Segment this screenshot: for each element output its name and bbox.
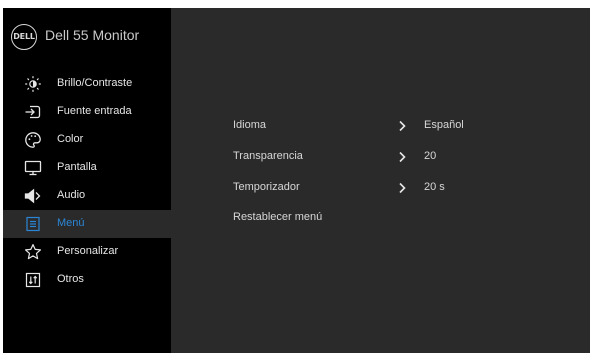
chevron-right-icon bbox=[397, 151, 407, 163]
chevron-right-icon bbox=[397, 120, 407, 132]
setting-label: Restablecer menú bbox=[233, 211, 323, 223]
setting-value: Español bbox=[424, 119, 464, 131]
chevron-right-icon bbox=[397, 182, 407, 194]
setting-value: 20 s bbox=[424, 181, 445, 193]
setting-label: Temporizador bbox=[233, 181, 300, 193]
setting-value: 20 bbox=[424, 150, 437, 162]
menu-settings-panel: Idioma Español Transparencia 20 Temporiz… bbox=[3, 8, 590, 353]
monitor-osd-panel: DELL Dell 55 Monitor Brillo/Contraste Fu… bbox=[3, 8, 590, 353]
setting-row-idioma[interactable]: Idioma Español bbox=[233, 114, 553, 138]
setting-row-restablecer-menu[interactable]: Restablecer menú bbox=[233, 206, 553, 230]
setting-row-transparencia[interactable]: Transparencia 20 bbox=[233, 145, 553, 169]
setting-label: Idioma bbox=[233, 119, 267, 131]
setting-label: Transparencia bbox=[233, 150, 303, 162]
setting-row-temporizador[interactable]: Temporizador 20 s bbox=[233, 176, 553, 200]
